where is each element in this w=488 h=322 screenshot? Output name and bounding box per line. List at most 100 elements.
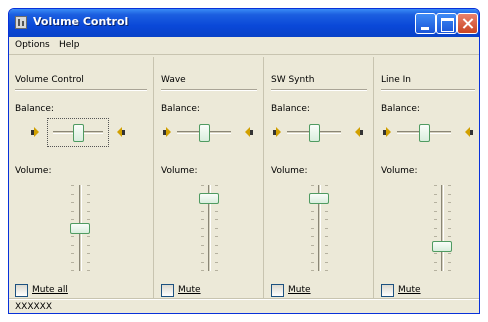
volume-slider[interactable] <box>432 241 452 252</box>
volume-tick <box>71 202 74 203</box>
volume-tick <box>71 262 74 263</box>
volume-tick <box>311 236 314 237</box>
volume-tick <box>325 236 328 237</box>
volume-tick <box>448 236 451 237</box>
volume-tick <box>311 253 314 254</box>
volume-track <box>441 185 444 271</box>
volume-tick <box>215 219 218 220</box>
volume-tick <box>201 262 204 263</box>
volume-tick <box>71 185 74 186</box>
volume-tick <box>448 262 451 263</box>
volume-tick <box>448 228 451 229</box>
volume-tick <box>215 211 218 212</box>
volume-label: Volume: <box>15 166 52 176</box>
panel-title: SW Synth <box>271 75 315 85</box>
volume-tick <box>311 262 314 263</box>
balance-slider[interactable] <box>73 124 84 142</box>
volume-tick <box>448 185 451 186</box>
volume-tick <box>448 202 451 203</box>
panel-separator <box>381 89 475 90</box>
volume-tick <box>87 219 90 220</box>
balance-label: Balance: <box>271 104 310 114</box>
mute-all-checkbox[interactable] <box>15 284 28 297</box>
menu-bar: Options Help <box>9 37 479 55</box>
volume-tick <box>215 270 218 271</box>
mute-all-label[interactable]: Mute all <box>32 285 68 295</box>
volume-tick <box>434 228 437 229</box>
volume-tick <box>87 185 90 186</box>
maximize-button[interactable] <box>436 13 457 34</box>
volume-tick <box>71 270 74 271</box>
panel-line-in: Line In Balance: Volume: Mute <box>375 57 479 299</box>
volume-ticks <box>448 185 451 271</box>
volume-tick <box>201 270 204 271</box>
mute-checkbox[interactable] <box>381 284 394 297</box>
volume-tick <box>201 219 204 220</box>
volume-tick <box>71 245 74 246</box>
mute-checkbox[interactable] <box>271 284 284 297</box>
volume-slider[interactable] <box>199 193 219 204</box>
panel-volume-control: Volume Control Balance: Volume: Mute all <box>9 57 154 299</box>
speaker-right-icon <box>355 127 363 138</box>
volume-slider[interactable] <box>70 223 90 234</box>
volume-tick <box>87 262 90 263</box>
minimize-button[interactable] <box>415 13 436 34</box>
volume-tick <box>71 253 74 254</box>
volume-tick <box>311 185 314 186</box>
close-button[interactable] <box>457 13 478 34</box>
volume-tick <box>434 270 437 271</box>
menu-options[interactable]: Options <box>15 40 50 50</box>
volume-label: Volume: <box>161 166 198 176</box>
speaker-right-icon <box>245 127 253 138</box>
balance-label: Balance: <box>381 104 420 114</box>
volume-tick <box>311 211 314 212</box>
volume-tick <box>87 202 90 203</box>
mute-label[interactable]: Mute <box>288 285 311 295</box>
volume-tick <box>215 245 218 246</box>
volume-tick <box>311 270 314 271</box>
volume-tick <box>325 245 328 246</box>
panel-separator <box>15 89 147 90</box>
volume-tick <box>71 194 74 195</box>
volume-tick <box>71 211 74 212</box>
volume-tick <box>434 202 437 203</box>
volume-tick <box>325 219 328 220</box>
volume-tick <box>325 185 328 186</box>
balance-slider[interactable] <box>419 124 430 142</box>
speaker-right-icon <box>465 127 473 138</box>
balance-label: Balance: <box>15 104 54 114</box>
balance-slider[interactable] <box>309 124 320 142</box>
volume-tick <box>448 270 451 271</box>
window-title: Volume Control <box>33 15 129 28</box>
volume-ticks <box>434 185 437 271</box>
volume-tick <box>87 245 90 246</box>
panel-separator <box>161 89 257 90</box>
volume-tick <box>71 236 74 237</box>
volume-tick <box>448 194 451 195</box>
volume-tick <box>434 262 437 263</box>
panel-wave: Wave Balance: Volume: Mute <box>155 57 264 299</box>
volume-tick <box>434 185 437 186</box>
volume-tick <box>201 185 204 186</box>
title-bar[interactable]: Volume Control <box>9 9 479 37</box>
volume-tick <box>325 228 328 229</box>
mute-label[interactable]: Mute <box>398 285 421 295</box>
volume-label: Volume: <box>271 166 308 176</box>
panel-sw-synth: SW Synth Balance: Volume: Mute <box>265 57 374 299</box>
mute-checkbox[interactable] <box>161 284 174 297</box>
volume-tick <box>325 211 328 212</box>
balance-slider[interactable] <box>199 124 210 142</box>
mute-label[interactable]: Mute <box>178 285 201 295</box>
volume-tick <box>311 228 314 229</box>
speaker-left-icon <box>383 127 391 138</box>
menu-help[interactable]: Help <box>59 40 80 50</box>
status-text: XXXXXX <box>15 302 52 312</box>
volume-tick <box>325 262 328 263</box>
volume-tick <box>87 194 90 195</box>
volume-tick <box>434 194 437 195</box>
volume-tick <box>434 211 437 212</box>
panel-title: Wave <box>161 75 186 85</box>
volume-tick <box>325 253 328 254</box>
volume-slider[interactable] <box>309 193 329 204</box>
volume-tick <box>87 211 90 212</box>
